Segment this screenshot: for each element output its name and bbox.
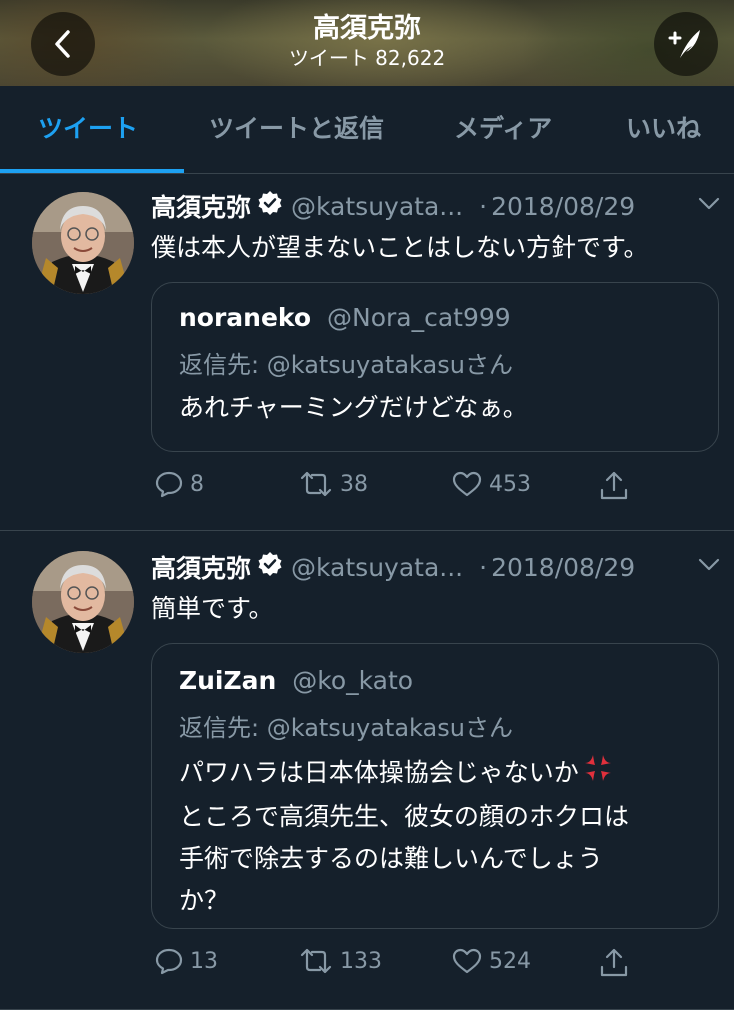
tweet-date[interactable]: 2018/08/29 xyxy=(491,553,635,582)
separator-dot: · xyxy=(479,191,488,221)
share-icon xyxy=(600,471,628,500)
tweet-header: 高須克弥 @katsuyata... · 2018/08/29 xyxy=(151,549,635,585)
tab-tweets[interactable]: ツイート xyxy=(38,86,138,173)
avatar-image xyxy=(32,192,134,294)
separator-dot: · xyxy=(479,552,488,582)
like-button[interactable]: 524 xyxy=(451,947,531,975)
like-count: 524 xyxy=(489,948,531,974)
active-tab-indicator xyxy=(0,169,184,173)
like-count: 453 xyxy=(489,471,531,497)
retweet-count: 38 xyxy=(340,471,368,497)
author-name[interactable]: 高須克弥 xyxy=(151,549,251,585)
quoted-tweet[interactable]: noraneko @Nora_cat999 返信先: @katsuyatakas… xyxy=(151,282,719,452)
quoted-text-line-content: パワハラは日本体操協会じゃないか xyxy=(179,758,579,787)
quoted-text-line: か？ xyxy=(179,885,230,915)
chevron-down-icon xyxy=(698,197,720,210)
quoted-author-handle: @ko_kato xyxy=(292,666,414,695)
tweet[interactable]: 高須克弥 @katsuyata... · 2018/08/29 僕は本人が望まな… xyxy=(0,174,734,531)
heart-icon xyxy=(452,948,482,974)
tweet-actions: 8 38 453 xyxy=(0,470,734,514)
reply-count: 13 xyxy=(190,948,218,974)
quoted-text: パワハラは日本体操協会じゃないか ところで高須先生、彼女の顔のホクロは 手術で除… xyxy=(179,752,699,922)
tab-tweets-and-replies[interactable]: ツイートと返信 xyxy=(209,86,384,173)
tweet-menu-button[interactable] xyxy=(698,196,720,215)
quoted-reply-to: 返信先: @katsuyatakasuさん xyxy=(179,351,513,379)
reply-button[interactable]: 13 xyxy=(154,947,218,975)
tweet-text: 簡単です。 xyxy=(151,594,274,623)
quoted-text-line: 手術で除去するのは難しいんでしょう xyxy=(179,843,603,873)
quoted-tweet[interactable]: ZuiZan @ko_kato 返信先: @katsuyatakasuさん パワ… xyxy=(151,643,719,929)
share-button[interactable] xyxy=(598,470,630,502)
quoted-header: ZuiZan @ko_kato xyxy=(179,666,413,695)
anger-symbol-icon xyxy=(583,753,613,796)
reply-button[interactable]: 8 xyxy=(154,470,204,498)
quoted-text: あれチャーミングだけどなぁ。 xyxy=(179,387,699,429)
heart-icon xyxy=(452,471,482,497)
retweet-button[interactable]: 133 xyxy=(298,947,382,975)
share-icon xyxy=(600,948,628,977)
compose-button[interactable] xyxy=(654,12,718,76)
quoted-header: noraneko @Nora_cat999 xyxy=(179,303,511,332)
author-handle: @katsuyata... xyxy=(291,191,464,221)
compose-feather-icon xyxy=(668,30,700,58)
quoted-text-line: あれチャーミングだけどなぁ。 xyxy=(179,393,528,422)
author-name[interactable]: 高須克弥 xyxy=(151,188,251,224)
tab-likes[interactable]: いいね xyxy=(626,86,701,173)
quoted-text-line: パワハラは日本体操協会じゃないか xyxy=(179,752,699,796)
quoted-author-name: noraneko xyxy=(179,303,312,332)
quoted-author-handle: @Nora_cat999 xyxy=(327,303,511,332)
share-button[interactable] xyxy=(598,947,630,979)
retweet-icon xyxy=(300,471,332,497)
like-button[interactable]: 453 xyxy=(451,470,531,498)
profile-tabs: ツイート ツイートと返信 メディア いいね xyxy=(0,86,734,174)
profile-header: 高須克弥 ツイート 82,622 xyxy=(0,0,734,86)
tweet-text: 僕は本人が望まないことはしない方針です。 xyxy=(151,233,649,262)
tweet[interactable]: 高須克弥 @katsuyata... · 2018/08/29 簡単です。 Zu… xyxy=(0,531,734,1010)
tweet-date[interactable]: 2018/08/29 xyxy=(491,192,635,221)
tweet-count: ツイート 82,622 xyxy=(288,46,446,70)
tab-media[interactable]: メディア xyxy=(454,86,552,173)
tweet-header: 高須克弥 @katsuyata... · 2018/08/29 xyxy=(151,188,635,224)
avatar[interactable] xyxy=(32,551,134,653)
reply-icon xyxy=(155,471,183,498)
tweet-actions: 13 133 524 xyxy=(0,947,734,991)
reply-icon xyxy=(155,948,183,975)
profile-title: 高須克弥 xyxy=(313,13,421,44)
quoted-reply-to: 返信先: @katsuyatakasuさん xyxy=(179,714,513,742)
retweet-count: 133 xyxy=(340,948,382,974)
quoted-author-name: ZuiZan xyxy=(179,666,277,695)
avatar-image xyxy=(32,551,134,653)
retweet-icon xyxy=(300,948,332,974)
retweet-button[interactable]: 38 xyxy=(298,470,368,498)
avatar[interactable] xyxy=(32,192,134,294)
verified-badge-icon xyxy=(257,551,283,583)
reply-count: 8 xyxy=(190,471,204,497)
chevron-down-icon xyxy=(698,558,720,571)
verified-badge-icon xyxy=(257,190,283,222)
author-handle: @katsuyata... xyxy=(291,552,464,582)
tweet-menu-button[interactable] xyxy=(698,557,720,576)
quoted-text-line: ところで高須先生、彼女の顔のホクロは xyxy=(179,801,630,831)
